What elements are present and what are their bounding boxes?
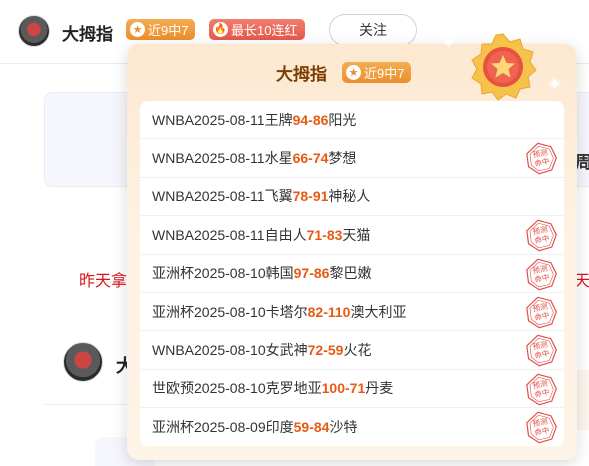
hit-stamp-icon: 预测命中 — [526, 373, 557, 406]
record-home-team: 水星 — [264, 150, 293, 167]
record-home-team: 韩国 — [265, 265, 294, 282]
max-streak-label: 最长10连红 — [231, 23, 298, 38]
hit-stamp-icon: 预测命中 — [526, 143, 557, 175]
streak-badge-label: 近9中7 — [148, 23, 189, 38]
flame-icon: 🔥 — [213, 22, 228, 37]
hit-stamp-icon: 预测命中 — [526, 335, 557, 367]
record-away-score: 91 — [312, 188, 329, 205]
record-league: WNBA — [152, 111, 194, 128]
record-league: WNBA — [152, 342, 194, 359]
record-home-score: 100 — [321, 380, 345, 397]
record-row[interactable]: 世欧预 2025-08-10 克罗地亚 100 - 71 丹麦 预测 命中 — [140, 370, 564, 409]
record-league: 亚洲杯 — [152, 265, 194, 282]
record-league: WNBA — [152, 226, 194, 243]
avatar[interactable] — [18, 15, 50, 47]
record-away-score: 71 — [349, 380, 366, 397]
hit-stamp-icon: 预测命中 — [526, 411, 557, 444]
record-away-score: 86 — [313, 265, 330, 282]
record-league: WNBA — [152, 150, 194, 167]
record-away-score: 84 — [313, 419, 330, 436]
record-league: 世欧预 — [152, 380, 194, 397]
record-date: 2025-08-10 — [194, 380, 266, 397]
author-name[interactable]: 大拇指 — [62, 20, 113, 45]
red-headline-left: 昨天拿 — [79, 273, 128, 290]
record-home-score: 97 — [293, 265, 310, 282]
record-home-team: 飞翼 — [264, 188, 293, 205]
record-date: 2025-08-11 — [194, 188, 265, 205]
record-away-team: 火花 — [343, 342, 372, 359]
record-away-score: 74 — [312, 150, 329, 167]
record-home-score: 71 — [306, 226, 323, 243]
record-row[interactable]: WNBA 2025-08-11 飞翼 78 - 91 神秘人 — [140, 178, 564, 217]
record-home-team: 克罗地亚 — [265, 380, 322, 397]
hit-stamp-icon: 预测命中 — [526, 258, 557, 290]
record-league: 亚洲杯 — [152, 419, 194, 436]
record-away-score: 86 — [312, 111, 329, 128]
record-away-score: 59 — [327, 342, 344, 359]
record-row[interactable]: WNBA 2025-08-11 水星 66 - 74 梦想 预测 命中 — [140, 139, 564, 178]
popup-title: 大拇指 — [276, 65, 327, 84]
star-icon: ★ — [346, 65, 361, 80]
record-date: 2025-08-11 — [194, 150, 265, 167]
sparkle-icon: ✦ — [441, 32, 457, 52]
record-home-score: 66 — [292, 150, 309, 167]
follow-button[interactable]: 关注 — [329, 14, 417, 46]
record-away-team: 阳光 — [328, 111, 357, 128]
record-date: 2025-08-09 — [194, 419, 266, 436]
record-list: WNBA 2025-08-11 王牌 94 - 86 阳光 WNBA 2025-08-… — [140, 101, 564, 446]
record-home-score: 82 — [307, 303, 324, 320]
popup-streak-badge: ★ 近9中7 — [342, 62, 412, 83]
record-row[interactable]: WNBA 2025-08-11 自由人 71 - 83 天猫 预测 命中 — [140, 216, 564, 255]
record-date: 2025-08-10 — [194, 303, 266, 320]
record-away-score: 83 — [326, 226, 343, 243]
record-home-score: 72 — [307, 342, 324, 359]
record-away-team: 天猫 — [342, 226, 371, 243]
record-league: 亚洲杯 — [152, 303, 194, 320]
record-away-team: 沙特 — [329, 419, 358, 436]
record-league: WNBA — [152, 188, 194, 205]
record-date: 2025-08-11 — [194, 111, 265, 128]
record-home-team: 卡塔尔 — [265, 303, 308, 320]
sparkle-icon: ✦ — [547, 74, 563, 94]
record-away-team: 澳大利亚 — [350, 303, 407, 320]
popup-streak-label: 近9中7 — [364, 66, 405, 81]
max-streak-badge[interactable]: 🔥 最长10连红 — [209, 19, 306, 40]
record-home-team: 印度 — [265, 419, 294, 436]
record-popup: 大拇指 ★ 近9中7 ✦ ✦ WNBA 2025-08-11 王牌 94 - 86… — [127, 32, 577, 460]
record-date: 2025-08-11 — [194, 226, 265, 243]
record-away-team: 神秘人 — [328, 188, 371, 205]
medal-icon — [471, 33, 537, 101]
record-away-team: 丹麦 — [365, 380, 394, 397]
record-row[interactable]: 亚洲杯 2025-08-10 卡塔尔 82 - 110 澳大利亚 预测 命中 — [140, 293, 564, 332]
star-icon: ★ — [130, 22, 145, 37]
record-home-team: 自由人 — [264, 226, 307, 243]
record-away-score: 110 — [327, 303, 351, 320]
record-home-score: 78 — [292, 188, 309, 205]
record-row[interactable]: WNBA 2025-08-11 王牌 94 - 86 阳光 — [140, 101, 564, 140]
record-row[interactable]: WNBA 2025-08-10 女武神 72 - 59 火花 预测 命中 — [140, 331, 564, 370]
record-date: 2025-08-10 — [194, 342, 266, 359]
record-home-score: 94 — [292, 111, 309, 128]
card-edge-text: 周 — [575, 153, 589, 172]
hit-stamp-icon: 预测命中 — [526, 296, 557, 329]
record-date: 2025-08-10 — [194, 265, 266, 282]
streak-badge[interactable]: ★ 近9中7 — [126, 19, 196, 40]
hit-stamp-icon: 预测命中 — [526, 219, 557, 252]
second-avatar[interactable] — [63, 342, 103, 382]
record-home-team: 女武神 — [265, 342, 308, 359]
record-row[interactable]: 亚洲杯 2025-08-09 印度 59 - 84 沙特 预测 命中 — [140, 408, 564, 446]
record-home-team: 王牌 — [264, 111, 293, 128]
record-away-team: 梦想 — [328, 150, 357, 167]
record-row[interactable]: 亚洲杯 2025-08-10 韩国 97 - 86 黎巴嫩 预测 命中 — [140, 255, 564, 293]
record-away-team: 黎巴嫩 — [329, 265, 372, 282]
record-home-score: 59 — [293, 419, 310, 436]
